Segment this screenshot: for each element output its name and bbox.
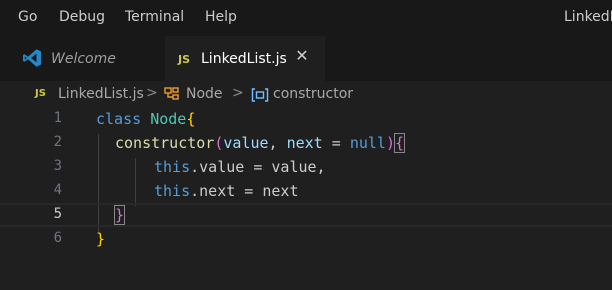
code-text: }: [113, 205, 126, 225]
line-number: 3: [53, 158, 62, 174]
line-number: 4: [53, 182, 62, 198]
line-number: 6: [53, 230, 62, 246]
menu-go[interactable]: Go: [18, 9, 37, 25]
tab-strip: Welcome JS LinkedList.js ✕: [0, 36, 612, 81]
code-text: }: [96, 230, 106, 248]
code-line-6[interactable]: 6 }: [0, 227, 612, 251]
symbol-method-icon: [251, 88, 269, 102]
line-number-active: 5: [53, 206, 62, 222]
close-icon[interactable]: ✕: [293, 47, 311, 65]
tab-welcome-label: Welcome: [51, 51, 116, 67]
editor-window: Go Debug Terminal Help LinkedL Welcome J…: [0, 0, 612, 290]
breadcrumb-file[interactable]: LinkedList.js: [58, 86, 144, 102]
code-text: this.next = next: [154, 182, 299, 200]
code-editor[interactable]: 1 class Node{ 2 constructor(value, next …: [0, 107, 612, 290]
menu-debug[interactable]: Debug: [59, 9, 105, 25]
code-line-5[interactable]: 5 }: [0, 203, 612, 227]
line-number: 1: [53, 110, 62, 126]
menu-help[interactable]: Help: [205, 9, 237, 25]
menu-bar: Go Debug Terminal Help LinkedL: [0, 0, 612, 36]
code-line-4[interactable]: 4 this.next = next: [0, 179, 612, 203]
matched-bracket: }: [113, 205, 126, 225]
tab-linkedlist-label: LinkedList.js: [201, 51, 287, 67]
js-file-icon: JS: [178, 53, 191, 66]
js-file-icon: JS: [35, 88, 46, 99]
chevron-right-icon: >: [146, 85, 158, 101]
tab-linkedlist[interactable]: JS LinkedList.js ✕: [165, 36, 325, 81]
line-number: 2: [53, 134, 62, 150]
code-text: constructor(value, next = null){: [115, 133, 406, 153]
vscode-logo-icon: [23, 49, 41, 67]
chevron-right-icon: >: [232, 85, 244, 101]
code-line-2[interactable]: 2 constructor(value, next = null){: [0, 131, 612, 155]
code-text: this.value = value,: [154, 158, 326, 176]
breadcrumb-method[interactable]: constructor: [273, 86, 353, 102]
tab-welcome[interactable]: Welcome: [0, 36, 165, 81]
code-text: class Node{: [96, 110, 196, 128]
matched-bracket: {: [393, 133, 406, 153]
menu-terminal[interactable]: Terminal: [125, 9, 184, 25]
code-line-1[interactable]: 1 class Node{: [0, 107, 612, 131]
window-title: LinkedL: [564, 9, 612, 25]
breadcrumb-class[interactable]: Node: [186, 86, 223, 102]
symbol-class-icon: [164, 87, 179, 100]
breadcrumb: JS LinkedList.js > Node > constructor: [0, 81, 612, 107]
code-line-3[interactable]: 3 this.value = value,: [0, 155, 612, 179]
